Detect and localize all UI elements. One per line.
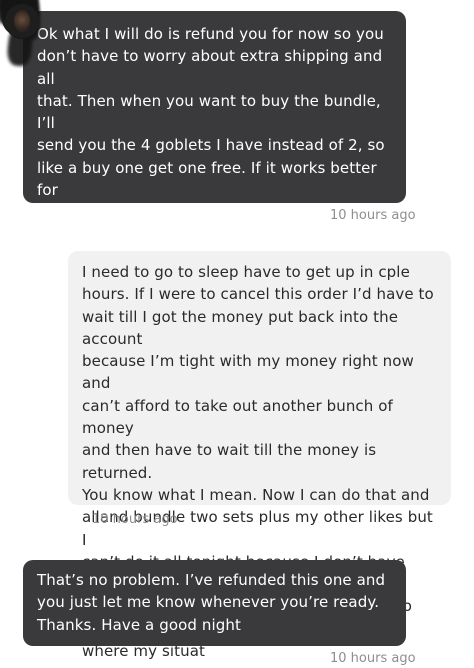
- message-timestamp: 10 hours ago: [330, 651, 416, 666]
- message-bubble-sent: Ok what I will do is refund you for now …: [23, 11, 406, 311]
- message-text: That’s no problem. I’ve refunded this on…: [37, 571, 386, 634]
- message-timestamp: 10 hours ago: [330, 208, 416, 223]
- message-bubble-sent: That’s no problem. I’ve refunded this on…: [23, 560, 406, 646]
- message-bubble-received: I need to go to sleep have to get up in …: [68, 251, 451, 660]
- avatar-image: [5, 4, 39, 38]
- message-timestamp: 10 hours ago: [92, 512, 178, 527]
